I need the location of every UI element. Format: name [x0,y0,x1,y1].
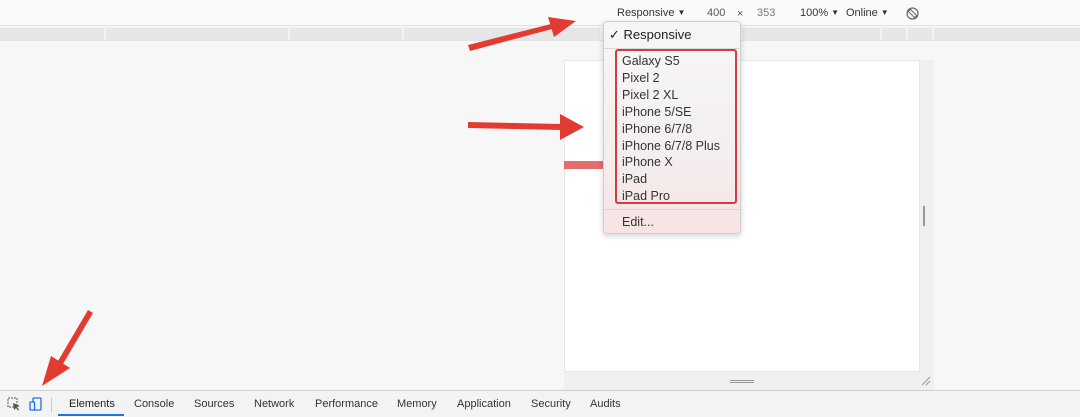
tab-sources[interactable]: Sources [194,397,234,411]
devtools-tab-bar: Elements Console Sources Network Perform… [0,390,1080,417]
tab-security[interactable]: Security [531,397,571,411]
tab-application[interactable]: Application [457,397,511,411]
annotation-arrow [42,310,93,386]
tab-performance[interactable]: Performance [315,397,378,411]
tab-audits[interactable]: Audits [590,397,621,411]
screen: Responsive ▼ 400 × 353 100% ▼ Online ▼ ✓… [0,0,1080,417]
tab-elements[interactable]: Elements [69,397,115,411]
device-toolbar-icon[interactable] [29,397,43,411]
annotation-arrows [42,17,584,386]
tab-console[interactable]: Console [134,397,174,411]
active-tab-indicator [58,414,124,416]
tab-network[interactable]: Network [254,397,294,411]
tab-memory[interactable]: Memory [397,397,437,411]
annotation-arrow [468,17,576,51]
inspect-element-icon[interactable] [7,397,21,411]
annotation-arrow [468,114,584,140]
toolbar-divider [51,397,52,412]
